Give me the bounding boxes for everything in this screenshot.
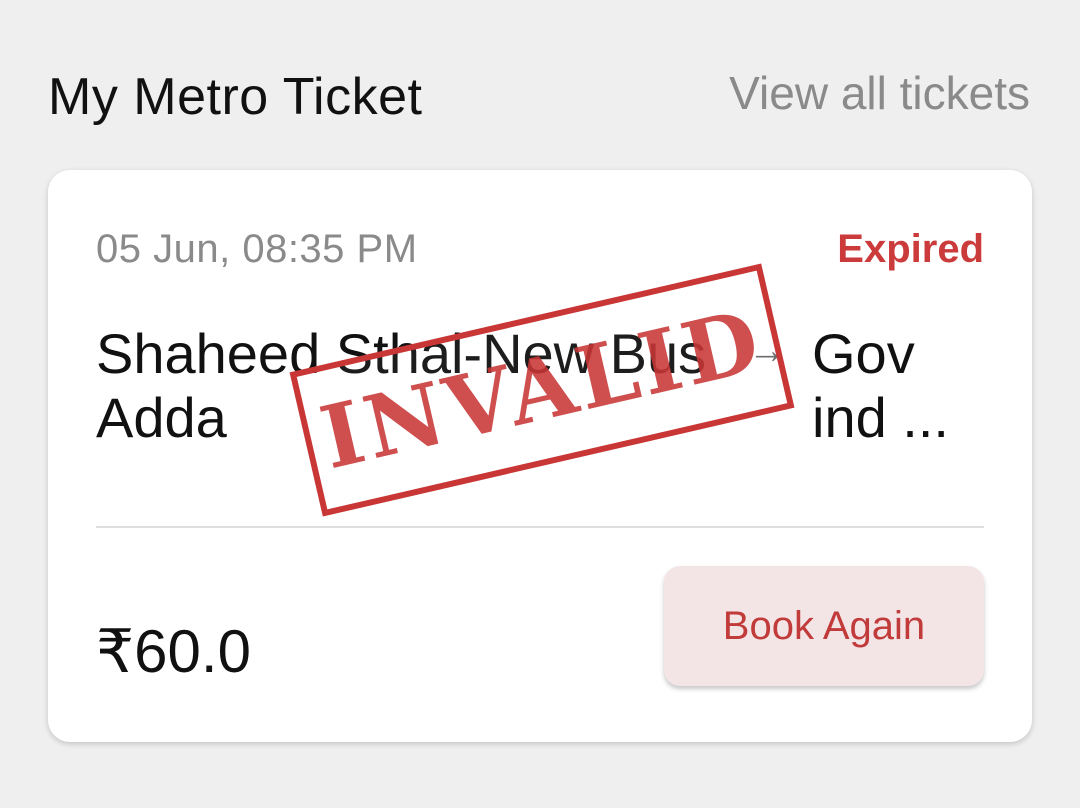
ticket-datetime: 05 Jun, 08:35 PM bbox=[96, 227, 418, 271]
invalid-stamp: INVALID bbox=[289, 263, 795, 517]
book-again-button[interactable]: Book Again bbox=[664, 566, 984, 686]
page-title: My Metro Ticket bbox=[48, 68, 423, 126]
destination-station: Gov ind ... bbox=[812, 322, 949, 449]
divider bbox=[96, 526, 984, 528]
status-badge: Expired bbox=[837, 227, 984, 271]
ticket-card[interactable]: 05 Jun, 08:35 PM Expired Shaheed Sthal-N… bbox=[48, 170, 1032, 742]
view-all-tickets-link[interactable]: View all tickets bbox=[729, 66, 1030, 120]
fare-amount: ₹60.0 bbox=[96, 618, 251, 685]
